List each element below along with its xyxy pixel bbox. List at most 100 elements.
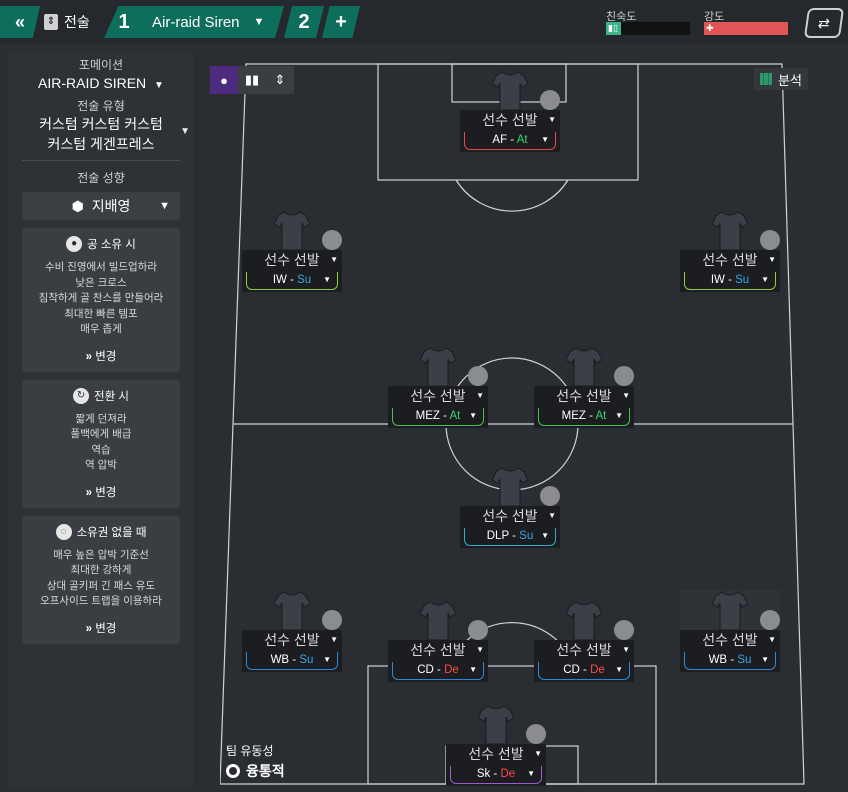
formation-value: AIR-RAID SIREN [38, 75, 147, 91]
role-duty-select[interactable]: CD - De ▼ [538, 662, 630, 680]
role-duty-select[interactable]: IW - Su ▼ [246, 272, 338, 290]
in-possession-title: 공 소유 시 [87, 239, 136, 251]
tactic-slot-2-number: 2 [298, 10, 310, 33]
player-box[interactable]: 선수 선발 ▼ CD - De ▼ [534, 640, 634, 682]
in-possession-change-button[interactable]: » 변경 [28, 348, 174, 364]
shield-icon: ⬢ [71, 197, 84, 214]
chevron-down-icon[interactable]: ▼ [534, 744, 542, 764]
role-duty-select[interactable]: WB - Su ▼ [684, 652, 776, 670]
chevron-down-icon[interactable]: ▼ [548, 506, 556, 526]
player-slot-gk[interactable]: 선수 선발 ▼ Sk - De ▼ [446, 704, 546, 786]
role-label: AF [492, 134, 508, 146]
chevron-down-icon[interactable]: ▼ [768, 630, 776, 650]
fluidity-value: 융통적 [246, 763, 285, 779]
player-slot-cd-l[interactable]: 선수 선발 ▼ CD - De ▼ [388, 600, 488, 682]
analysis-button[interactable]: 분석 [754, 68, 808, 90]
team-fluidity[interactable]: 팀 유동성 융통적 [226, 742, 285, 781]
player-status-dot [760, 610, 780, 630]
chevron-down-icon[interactable]: ▼ [768, 250, 776, 270]
out-of-possession-change-button[interactable]: » 변경 [28, 620, 174, 636]
chevron-down-icon[interactable]: ▼ [476, 386, 484, 406]
role-duty-select[interactable]: DLP - Su ▼ [464, 528, 556, 546]
player-name-label: 선수 선발 [702, 252, 758, 268]
role-label: MEZ [415, 410, 440, 422]
plus-icon: + [335, 10, 347, 33]
player-name-label: 선수 선발 [264, 252, 320, 268]
player-box[interactable]: 선수 선발 ▼ IW - Su ▼ [242, 250, 342, 292]
intensity-meter[interactable]: 강도 ✚ [704, 8, 788, 35]
player-name: 선수 선발 ▼ [388, 640, 488, 660]
player-slot-cd-r[interactable]: 선수 선발 ▼ CD - De ▼ [534, 600, 634, 682]
player-box[interactable]: 선수 선발 ▼ MEZ - At ▼ [534, 386, 634, 428]
duty-label: Su [299, 654, 314, 666]
player-box[interactable]: 선수 선발 ▼ DLP - Su ▼ [460, 506, 560, 548]
role-label: WB [270, 654, 290, 666]
familiarity-label: 친숙도 [606, 11, 637, 23]
back-button[interactable]: « [0, 6, 40, 38]
double-chevron-right-icon: » [85, 350, 93, 363]
player-slot-af[interactable]: 선수 선발 ▼ AF - At ▼ [460, 70, 560, 152]
tactics-view-icon[interactable]: ⇕ [266, 66, 294, 94]
player-slot-iw-r[interactable]: 선수 선발 ▼ IW - Su ▼ [680, 210, 780, 292]
transition-icon: ↻ [73, 387, 90, 404]
style-select[interactable]: 커스텀 커스텀 커스텀 커스텀 게겐프레스 ▼ [8, 114, 194, 154]
player-box[interactable]: 선수 선발 ▼ WB - Su ▼ [680, 630, 780, 672]
double-chevron-right-icon: » [85, 486, 93, 499]
role-duty-select[interactable]: WB - Su ▼ [246, 652, 338, 670]
player-slot-mez-r[interactable]: 선수 선발 ▼ MEZ - At ▼ [534, 346, 634, 428]
chevron-down-icon[interactable]: ▼ [254, 16, 265, 28]
tactics-tab[interactable]: ⇕ 전술 [44, 8, 90, 36]
instruction: 매우 높은 압박 기준선 [53, 548, 149, 561]
shirt-icon [712, 211, 748, 250]
in-transition-title: 전환 시 [94, 390, 129, 403]
chevron-down-icon: ▼ [159, 200, 170, 212]
ball-icon: ● [66, 236, 83, 252]
player-status-dot [468, 366, 488, 386]
player-view-icon[interactable]: ● [210, 66, 238, 94]
player-box[interactable]: 선수 선발 ▼ IW - Su ▼ [680, 250, 780, 292]
chevron-down-icon[interactable]: ▼ [548, 110, 556, 130]
player-box[interactable]: 선수 선발 ▼ AF - At ▼ [460, 110, 560, 152]
chevron-down-icon[interactable]: ▼ [622, 386, 630, 406]
instruction: 풀백에게 배급 [70, 428, 132, 440]
chevron-down-icon[interactable]: ▼ [330, 630, 338, 650]
chevron-down-icon[interactable]: ▼ [330, 250, 338, 270]
instruction: 최대한 강하게 [70, 564, 132, 576]
role-duty-select[interactable]: MEZ - At ▼ [538, 408, 630, 426]
swap-arrows-icon: ⇄ [817, 14, 832, 31]
player-status-dot [614, 366, 634, 386]
stats-view-icon[interactable]: ▮▮ [238, 66, 266, 94]
add-tactic-button[interactable]: + [322, 6, 360, 38]
in-possession-card: ● 공 소유 시 수비 진영에서 빌드업하라 낮은 크로스 침착하게 골 찬스를 … [22, 228, 180, 372]
swap-button[interactable]: ⇄ [803, 8, 845, 38]
chevron-down-icon[interactable]: ▼ [476, 640, 484, 660]
chevron-down-icon: ▼ [527, 769, 535, 778]
role-duty-select[interactable]: CD - De ▼ [392, 662, 484, 680]
divider [22, 160, 180, 161]
mentality-label: 전술 성향 [77, 171, 125, 185]
formation-select[interactable]: AIR-RAID SIREN ▼ [8, 75, 194, 91]
tactic-slot-1[interactable]: 1 Air-raid Siren ▼ [104, 6, 284, 38]
role-duty-select[interactable]: AF - At ▼ [464, 132, 556, 150]
tactic-slot-2[interactable]: 2 [284, 6, 324, 38]
player-box[interactable]: 선수 선발 ▼ CD - De ▼ [388, 640, 488, 682]
role-label: MEZ [561, 410, 586, 422]
role-duty-select[interactable]: MEZ - At ▼ [392, 408, 484, 426]
role-duty-select[interactable]: Sk - De ▼ [450, 766, 542, 784]
role-duty-select[interactable]: IW - Su ▼ [684, 272, 776, 290]
player-slot-dlp[interactable]: 선수 선발 ▼ DLP - Su ▼ [460, 466, 560, 548]
no-ball-icon: ◌ [55, 523, 72, 540]
player-slot-wb-l[interactable]: 선수 선발 ▼ WB - Su ▼ [242, 590, 342, 672]
player-slot-wb-r[interactable]: 선수 선발 ▼ WB - Su ▼ [680, 590, 780, 672]
player-box[interactable]: 선수 선발 ▼ WB - Su ▼ [242, 630, 342, 672]
player-box[interactable]: 선수 선발 ▼ MEZ - At ▼ [388, 386, 488, 428]
mentality-select[interactable]: ⬢ 지배영 ▼ [22, 192, 180, 220]
player-status-dot [468, 620, 488, 640]
familiarity-meter[interactable]: 친숙도 ▮▯ [606, 8, 690, 35]
chevron-down-icon[interactable]: ▼ [622, 640, 630, 660]
player-box[interactable]: 선수 선발 ▼ Sk - De ▼ [446, 744, 546, 786]
in-transition-change-button[interactable]: » 변경 [28, 484, 174, 500]
player-slot-iw-l[interactable]: 선수 선발 ▼ IW - Su ▼ [242, 210, 342, 292]
player-slot-mez-l[interactable]: 선수 선발 ▼ MEZ - At ▼ [388, 346, 488, 428]
duty-label: Su [735, 274, 750, 286]
